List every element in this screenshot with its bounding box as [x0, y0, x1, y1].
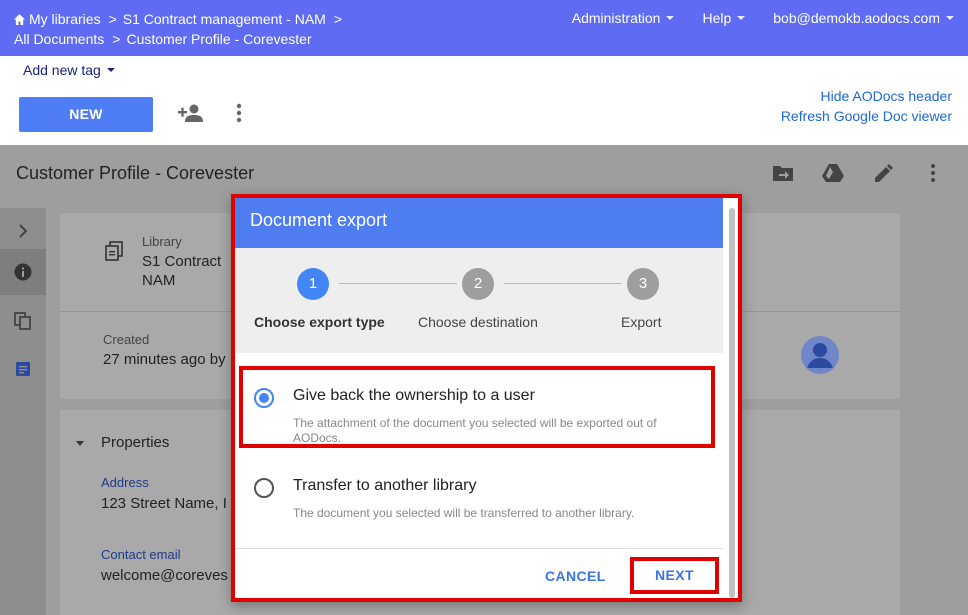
help-menu[interactable]: Help — [702, 10, 746, 26]
created-value: 27 minutes ago by — [103, 351, 226, 368]
google-drive-icon[interactable] — [822, 163, 844, 183]
breadcrumb-separator: > — [108, 11, 117, 27]
radio-give-back-ownership[interactable] — [254, 388, 274, 408]
chevron-right-icon — [19, 224, 28, 238]
caret-down-icon — [737, 16, 746, 20]
dialog-footer-divider — [235, 548, 723, 549]
step-connector — [339, 283, 457, 284]
move-folder-icon[interactable] — [772, 163, 794, 183]
user-email: bob@demokb.aodocs.com — [773, 10, 940, 26]
add-tag-dropdown[interactable]: Add new tag — [23, 62, 115, 78]
breadcrumb-separator: > — [333, 11, 343, 27]
option-description: The attachment of the document you selec… — [293, 416, 657, 445]
expand-rail-button[interactable] — [0, 208, 46, 254]
library-value-line2: NAM — [142, 272, 176, 289]
breadcrumb-all-documents[interactable]: All Documents — [14, 31, 104, 47]
administration-label: Administration — [571, 10, 661, 26]
address-value: 123 Street Name, I — [101, 495, 227, 512]
refresh-viewer-link[interactable]: Refresh Google Doc viewer — [781, 106, 952, 126]
step-2-label: Choose destination — [418, 314, 538, 330]
breadcrumb-my-libraries[interactable]: My libraries — [29, 11, 101, 27]
created-label: Created — [103, 332, 150, 347]
next-button[interactable]: NEXT — [630, 557, 719, 594]
step-3-label: Export — [621, 314, 662, 330]
export-stepper: 1 2 3 Choose export type Choose destinat… — [235, 248, 723, 353]
step-1-label: Choose export type — [254, 314, 385, 330]
properties-heading: Properties — [101, 434, 170, 451]
more-vert-icon[interactable] — [922, 163, 944, 183]
top-bar: My libraries > S1 Contract management - NA… — [0, 0, 968, 56]
breadcrumb-document[interactable]: Customer Profile - Corevester — [126, 31, 311, 47]
copy-icon — [14, 312, 31, 330]
hide-header-link[interactable]: Hide AODocs header — [781, 86, 952, 106]
add-person-icon[interactable] — [178, 102, 204, 124]
more-vert-icon[interactable] — [236, 103, 242, 123]
breadcrumb-library[interactable]: S1 Contract management - NAM — [123, 11, 326, 27]
new-button[interactable]: NEW — [19, 97, 153, 132]
home-icon — [14, 14, 25, 25]
document-export-dialog: Document export 1 2 3 Choose export type… — [231, 194, 742, 602]
help-label: Help — [702, 10, 732, 26]
option-title: Give back the ownership to a user — [293, 387, 535, 404]
dialog-title: Document export — [235, 198, 723, 248]
versions-tab[interactable] — [0, 298, 46, 344]
edit-pencil-icon[interactable] — [872, 163, 894, 183]
dialog-scrollbar[interactable] — [729, 208, 735, 598]
info-icon — [14, 263, 32, 281]
library-label: Library — [142, 234, 182, 249]
administration-menu[interactable]: Administration — [572, 10, 675, 26]
caret-down-icon — [666, 16, 675, 20]
caret-down-icon — [106, 68, 115, 72]
step-3-circle: 3 — [627, 268, 659, 300]
info-tab[interactable] — [0, 249, 46, 295]
breadcrumb-separator: > — [112, 31, 121, 47]
cancel-button[interactable]: CANCEL — [545, 568, 606, 584]
step-connector — [504, 283, 622, 284]
option-title: Transfer to another library — [293, 477, 477, 494]
document-tab[interactable] — [0, 346, 46, 392]
step-1-circle: 1 — [297, 268, 329, 300]
collapse-arrow-icon[interactable] — [75, 440, 85, 448]
step-2-circle: 2 — [462, 268, 494, 300]
address-label: Address — [101, 475, 149, 490]
contact-email-label: Contact email — [101, 547, 181, 562]
library-icon — [105, 241, 123, 261]
user-menu[interactable]: bob@demokb.aodocs.com — [773, 10, 954, 26]
library-value-line1: S1 Contract — [142, 253, 222, 270]
radio-transfer-library[interactable] — [254, 478, 274, 498]
doc-icon — [16, 362, 30, 376]
contact-email-value: welcome@coreves — [101, 567, 228, 584]
caret-down-icon — [946, 16, 954, 20]
left-rail — [0, 208, 46, 615]
add-tag-label: Add new tag — [23, 62, 101, 78]
avatar[interactable] — [801, 336, 839, 374]
option-description: The document you selected will be transf… — [293, 506, 635, 520]
document-title: Customer Profile - Corevester — [16, 163, 255, 183]
breadcrumb: My libraries > S1 Contract management - NA… — [14, 9, 348, 49]
